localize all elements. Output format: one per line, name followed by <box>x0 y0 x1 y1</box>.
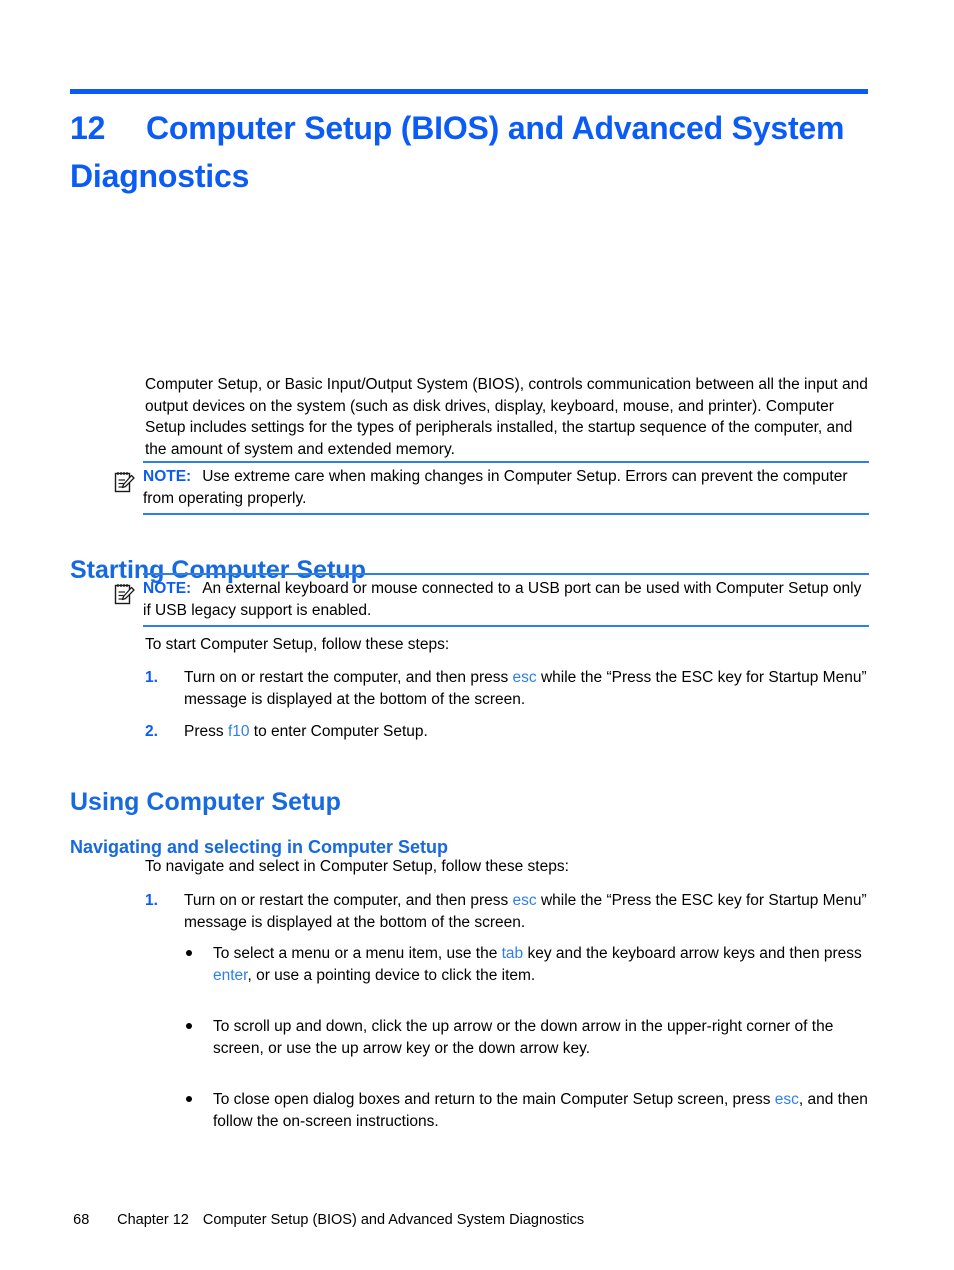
document-page: 12 Computer Setup (BIOS) and Advanced Sys… <box>0 0 954 1270</box>
navigating-bullet-list: To select a menu or a menu item, use the… <box>184 943 869 1132</box>
key-name: enter <box>213 966 248 984</box>
key-name: esc <box>512 669 537 686</box>
navigating-steps-list: 1. Turn on or restart the computer, and t… <box>145 890 869 933</box>
page-footer: 68 Chapter 12 Computer Setup (BIOS) and Ad… <box>57 1192 584 1249</box>
list-item: To close open dialog boxes and return to… <box>184 1089 869 1132</box>
navigating-lead-text: To navigate and select in Computer Setup… <box>145 858 569 875</box>
bullet-text-part1: To close open dialog boxes and return to… <box>213 1091 775 1108</box>
key-name: esc <box>512 892 537 909</box>
list-item: 2. Press f10 to enter Computer Setup. <box>145 721 869 743</box>
chapter-number: 12 <box>70 110 106 146</box>
footer-page-number: 68 <box>73 1212 90 1228</box>
note-text-1: Use extreme care when making changes in … <box>143 468 848 507</box>
list-number: 1. <box>145 892 158 909</box>
note-callout-2: NOTE: An external keyboard or mouse conne… <box>112 573 869 627</box>
bullet-text-part1: To select a menu or a menu item, use the <box>213 945 502 962</box>
note-label: NOTE: <box>143 468 192 485</box>
list-item: To select a menu or a menu item, use the… <box>184 943 869 986</box>
step-text-part2: to enter Computer Setup. <box>249 723 428 740</box>
list-number: 1. <box>145 669 158 686</box>
note-label: NOTE: <box>143 580 192 597</box>
step-text-part1: Press <box>184 723 228 740</box>
intro-paragraph: Computer Setup, or Basic Input/Output Sy… <box>145 376 868 458</box>
list-item: 1. Turn on or restart the computer, and t… <box>145 890 869 933</box>
footer-chapter-title: Computer Setup (BIOS) and Advanced Syste… <box>202 1212 585 1228</box>
list-number: 2. <box>145 723 158 740</box>
list-item: To scroll up and down, click the up arro… <box>184 1016 869 1059</box>
chapter-header-rule <box>70 89 868 94</box>
step-text-part1: Turn on or restart the computer, and the… <box>184 669 513 686</box>
note-icon <box>112 581 138 607</box>
key-name: tab <box>501 945 524 962</box>
chapter-heading: 12 Computer Setup (BIOS) and Advanced Sys… <box>70 104 880 200</box>
bullet-text-part2: key and the keyboard arrow keys and then… <box>523 945 862 962</box>
starting-steps-list: 1. Turn on or restart the computer, and t… <box>145 667 869 743</box>
bullet-icon <box>186 1023 192 1029</box>
key-name: esc <box>774 1091 799 1108</box>
starting-lead-text: To start Computer Setup, follow these st… <box>145 636 450 653</box>
bullet-text-part1: To scroll up and down, click the up arro… <box>213 1018 834 1057</box>
bullet-icon <box>186 1096 192 1102</box>
step-text-part1: Turn on or restart the computer, and the… <box>184 892 513 909</box>
list-item: 1. Turn on or restart the computer, and t… <box>145 667 869 710</box>
bullet-icon <box>186 950 192 956</box>
chapter-title-text: Computer Setup (BIOS) and Advanced Syste… <box>70 110 845 194</box>
note-text-2: An external keyboard or mouse connected … <box>143 580 862 619</box>
section-heading-using: Using Computer Setup <box>70 787 341 816</box>
footer-chapter-label: Chapter 12 <box>117 1212 189 1228</box>
note-icon <box>112 469 138 495</box>
note-body-1: NOTE: Use extreme care when making change… <box>143 461 869 515</box>
bullet-text-part3: , or use a pointing device to click the … <box>247 966 536 984</box>
key-name: f10 <box>227 723 250 740</box>
note-body-2: NOTE: An external keyboard or mouse conne… <box>143 573 869 627</box>
note-callout-1: NOTE: Use extreme care when making change… <box>112 461 869 515</box>
